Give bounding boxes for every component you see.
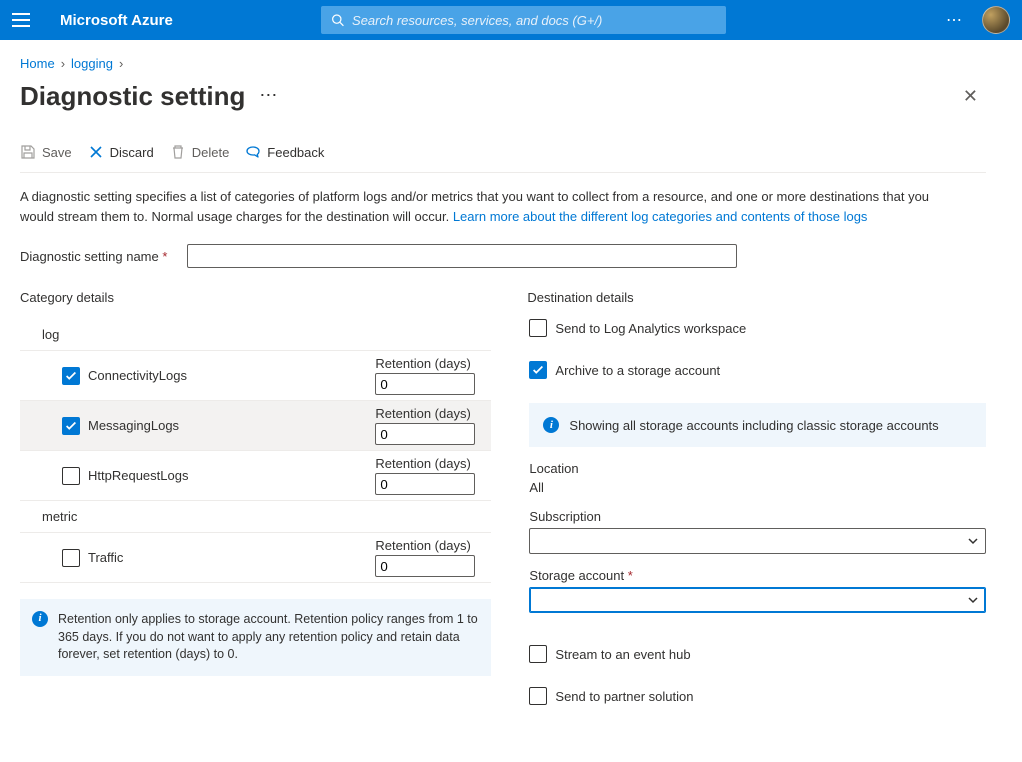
feedback-label: Feedback	[267, 145, 324, 160]
subscription-select[interactable]	[529, 528, 986, 554]
location-label: Location	[529, 461, 986, 476]
save-label: Save	[42, 145, 72, 160]
breadcrumb-item[interactable]: logging	[71, 56, 113, 71]
chevron-right-icon: ›	[119, 56, 123, 71]
log-analytics-checkbox[interactable]	[529, 319, 547, 337]
toolbar: Save Discard Delete Feedback	[20, 144, 986, 173]
location-value: All	[529, 480, 986, 495]
retention-label: Retention (days)	[375, 456, 485, 471]
category-checkbox[interactable]	[62, 467, 80, 485]
metric-checkbox[interactable]	[62, 549, 80, 567]
retention-info-text: Retention only applies to storage accoun…	[58, 611, 479, 664]
eventhub-label: Stream to an event hub	[555, 647, 690, 662]
brand-name[interactable]: Microsoft Azure	[60, 12, 173, 29]
category-label: MessagingLogs	[88, 418, 179, 433]
breadcrumb-home[interactable]: Home	[20, 56, 55, 71]
retention-info-banner: i Retention only applies to storage acco…	[20, 599, 491, 676]
log-group-header: log	[20, 319, 491, 351]
delete-button[interactable]: Delete	[170, 144, 230, 160]
retention-input[interactable]	[375, 473, 475, 495]
metric-group-header: metric	[20, 501, 491, 533]
setting-name-input[interactable]	[187, 244, 737, 268]
eventhub-checkbox[interactable]	[529, 645, 547, 663]
avatar[interactable]	[982, 6, 1010, 34]
more-menu-icon[interactable]: ⋯	[946, 10, 964, 30]
category-label: HttpRequestLogs	[88, 468, 188, 483]
info-icon: i	[32, 611, 48, 627]
storage-info-text: Showing all storage accounts including c…	[569, 418, 938, 433]
chevron-down-icon	[967, 535, 979, 547]
retention-input[interactable]	[375, 423, 475, 445]
page-title: Diagnostic setting	[20, 81, 245, 112]
save-button[interactable]: Save	[20, 144, 72, 160]
retention-label: Retention (days)	[375, 406, 485, 421]
setting-name-label: Diagnostic setting name *	[20, 249, 167, 264]
search-input[interactable]	[352, 13, 716, 28]
global-search[interactable]	[321, 6, 726, 34]
category-row: HttpRequestLogs Retention (days)	[20, 451, 491, 501]
storage-account-label: Storage account *	[529, 568, 986, 583]
learn-more-link[interactable]: Learn more about the different log categ…	[453, 209, 868, 224]
storage-archive-label: Archive to a storage account	[555, 363, 720, 378]
hamburger-menu-icon[interactable]	[12, 11, 30, 29]
subscription-label: Subscription	[529, 509, 986, 524]
search-icon	[331, 13, 344, 27]
feedback-button[interactable]: Feedback	[245, 144, 324, 160]
chevron-down-icon	[967, 594, 979, 606]
category-label: ConnectivityLogs	[88, 368, 187, 383]
discard-label: Discard	[110, 145, 154, 160]
retention-input[interactable]	[375, 555, 475, 577]
delete-label: Delete	[192, 145, 230, 160]
discard-button[interactable]: Discard	[88, 144, 154, 160]
title-bar: Diagnostic setting ⋯ ✕	[20, 81, 986, 112]
category-row: MessagingLogs Retention (days)	[20, 401, 491, 451]
partner-checkbox[interactable]	[529, 687, 547, 705]
azure-topbar: Microsoft Azure ⋯	[0, 0, 1022, 40]
title-context-menu-icon[interactable]: ⋯	[259, 85, 277, 108]
close-icon[interactable]: ✕	[955, 82, 986, 111]
info-icon: i	[543, 417, 559, 433]
category-row: ConnectivityLogs Retention (days)	[20, 351, 491, 401]
retention-label: Retention (days)	[375, 356, 485, 371]
breadcrumb: Home › logging ›	[20, 56, 986, 71]
chevron-right-icon: ›	[61, 56, 65, 71]
storage-info-banner: i Showing all storage accounts including…	[529, 403, 986, 447]
log-analytics-label: Send to Log Analytics workspace	[555, 321, 746, 336]
storage-account-select[interactable]	[529, 587, 986, 613]
metric-label: Traffic	[88, 550, 123, 565]
retention-input[interactable]	[375, 373, 475, 395]
page-scroll[interactable]: Home › logging › Diagnostic setting ⋯ ✕ …	[0, 40, 1022, 762]
metric-row: Traffic Retention (days)	[20, 533, 491, 583]
category-checkbox[interactable]	[62, 417, 80, 435]
description: A diagnostic setting specifies a list of…	[20, 187, 950, 226]
retention-label: Retention (days)	[375, 538, 485, 553]
category-details-title: Category details	[20, 290, 491, 305]
category-checkbox[interactable]	[62, 367, 80, 385]
destination-details-title: Destination details	[527, 290, 986, 305]
partner-label: Send to partner solution	[555, 689, 693, 704]
storage-archive-checkbox[interactable]	[529, 361, 547, 379]
